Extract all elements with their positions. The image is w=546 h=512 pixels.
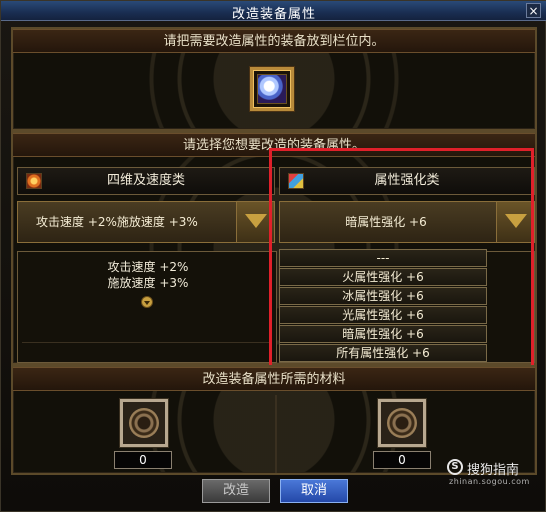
pentagram-material-icon [129,408,159,438]
dialog-window: 改造装备属性 × 请把需要改造属性的装备放到栏位内。 请选择您想要改造的装备属性… [0,0,546,512]
materials-section-header: 改造装备属性所需的材料 [13,367,535,391]
modify-button[interactable]: 改造 [202,479,270,503]
material-count-right: 0 [373,451,431,469]
sogou-logo-icon: S [447,459,463,475]
equipment-section-header: 请把需要改造属性的装备放到栏位内。 [13,29,535,53]
desc-divider [22,342,272,343]
desc-cast-speed: 施放速度 +3% [107,276,189,290]
watermark-url: zhinan.sogou.com [449,477,530,486]
material-slot-left[interactable] [120,399,168,447]
stats-description-panel: 攻击速度 +2% 施放速度 +3% [17,251,277,363]
desc-attack-speed: 攻击速度 +2% [107,260,189,274]
cancel-button[interactable]: 取消 [280,479,348,503]
title-bar[interactable]: 改造装备属性 × [1,1,546,22]
expand-more-icon[interactable] [141,296,153,308]
material-count-left: 0 [114,451,172,469]
material-slot-right[interactable] [378,399,426,447]
window-title: 改造装备属性 [231,7,316,22]
category-stats-speed[interactable]: 四维及速度类 [17,167,275,195]
equipment-slot[interactable] [250,67,294,111]
materials-divider [275,395,277,473]
highlight-annotation [269,148,534,370]
watermark-name: 搜狗指南 [467,463,520,478]
category-stats-speed-label: 四维及速度类 [106,173,185,188]
sogou-watermark: S 搜狗指南 zhinan.sogou.com [443,457,543,491]
close-button[interactable]: × [526,3,541,18]
stats-speed-selected-value: 攻击速度 +2%施放速度 +3% [36,215,198,229]
stats-category-icon [26,173,42,189]
stats-speed-select[interactable]: 攻击速度 +2%施放速度 +3% [17,201,275,243]
equipment-item-icon[interactable] [257,74,287,104]
pentagram-material-icon [387,408,417,438]
